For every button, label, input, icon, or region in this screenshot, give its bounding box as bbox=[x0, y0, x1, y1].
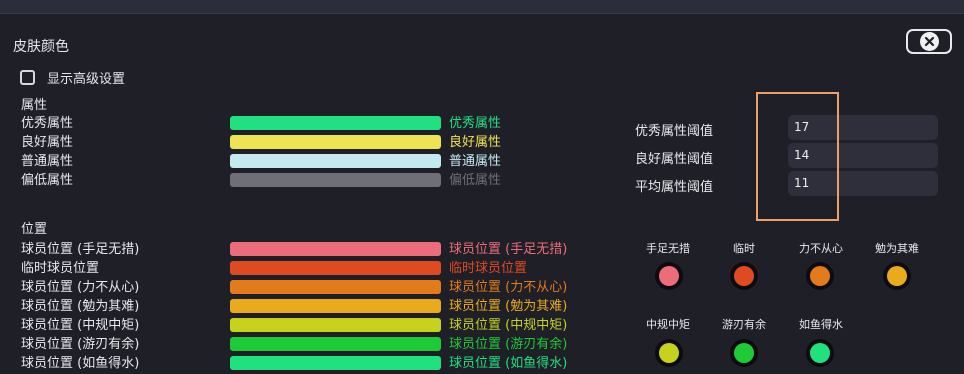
attribute-name: 偏低属性 bbox=[21, 173, 74, 188]
color-preview-text: 球员位置 (力不从心) bbox=[449, 280, 568, 295]
color-picker-bar[interactable] bbox=[230, 337, 441, 351]
position-name: 球员位置 (手足无措) bbox=[21, 242, 140, 257]
swatch-dot bbox=[659, 343, 679, 363]
color-preview-text: 偏低属性 bbox=[449, 173, 502, 188]
swatch-label: 临时 bbox=[733, 242, 755, 255]
color-preview-text: 临时球员位置 bbox=[449, 261, 528, 276]
attribute-row-good: 良好属性 良好属性 bbox=[21, 134, 601, 151]
swatch-button[interactable] bbox=[730, 339, 758, 367]
attribute-name: 优秀属性 bbox=[21, 116, 74, 131]
attributes-section-title: 属性 bbox=[21, 98, 48, 113]
color-picker-bar[interactable] bbox=[230, 242, 441, 256]
swatch-button[interactable] bbox=[806, 262, 834, 290]
color-preview-text: 球员位置 (如鱼得水) bbox=[449, 356, 568, 371]
position-name: 球员位置 (勉为其难) bbox=[21, 299, 140, 314]
swatch-label: 力不从心 bbox=[799, 242, 843, 255]
swatch-button[interactable] bbox=[730, 262, 758, 290]
position-row: 临时球员位置 临时球员位置 bbox=[21, 260, 601, 277]
position-row: 球员位置 (力不从心) 球员位置 (力不从心) bbox=[21, 279, 601, 296]
attribute-row-normal: 普通属性 普通属性 bbox=[21, 153, 601, 170]
swatch-button[interactable] bbox=[883, 262, 911, 290]
advanced-settings-label: 显示高级设置 bbox=[47, 72, 126, 87]
position-name: 球员位置 (游刃有余) bbox=[21, 337, 140, 352]
color-preview-text: 优秀属性 bbox=[449, 116, 502, 131]
color-preview-text: 球员位置 (勉为其难) bbox=[449, 299, 568, 314]
color-picker-bar[interactable] bbox=[230, 280, 441, 294]
attribute-name: 良好属性 bbox=[21, 135, 74, 150]
position-row: 球员位置 (中规中矩) 球员位置 (中规中矩) bbox=[21, 317, 601, 334]
color-preview-text: 球员位置 (游刃有余) bbox=[449, 337, 568, 352]
color-picker-bar[interactable] bbox=[230, 135, 441, 149]
position-row: 球员位置 (游刃有余) 球员位置 (游刃有余) bbox=[21, 336, 601, 353]
position-row: 球员位置 (勉为其难) 球员位置 (勉为其难) bbox=[21, 298, 601, 315]
swatch-dot bbox=[810, 343, 830, 363]
top-window-bar bbox=[0, 0, 964, 13]
swatch-dot bbox=[887, 266, 907, 286]
swatch-dot bbox=[659, 266, 679, 286]
swatch-label: 勉为其难 bbox=[875, 242, 919, 255]
attribute-name: 普通属性 bbox=[21, 154, 74, 169]
close-icon bbox=[919, 32, 939, 51]
color-preview-text: 良好属性 bbox=[449, 135, 502, 150]
position-name: 临时球员位置 bbox=[21, 261, 100, 276]
color-preview-text: 球员位置 (中规中矩) bbox=[449, 318, 568, 333]
threshold-input-good[interactable]: 14 bbox=[788, 143, 938, 168]
position-row: 球员位置 (手足无措) 球员位置 (手足无措) bbox=[21, 241, 601, 258]
color-preview-text: 球员位置 (手足无措) bbox=[449, 242, 568, 257]
color-picker-bar[interactable] bbox=[230, 299, 441, 313]
position-row: 球员位置 (如鱼得水) 球员位置 (如鱼得水) bbox=[21, 355, 601, 372]
color-picker-bar[interactable] bbox=[230, 356, 441, 370]
advanced-settings-toggle[interactable]: 显示高级设置 bbox=[20, 68, 125, 87]
position-name: 球员位置 (如鱼得水) bbox=[21, 356, 140, 371]
panel-title: 皮肤颜色 bbox=[13, 39, 69, 55]
position-name: 球员位置 (力不从心) bbox=[21, 280, 140, 295]
attribute-row-low: 偏低属性 偏低属性 bbox=[21, 172, 601, 189]
swatch-button[interactable] bbox=[655, 339, 683, 367]
color-picker-bar[interactable] bbox=[230, 261, 441, 275]
threshold-input-average[interactable]: 11 bbox=[788, 171, 938, 196]
swatch-label: 游刃有余 bbox=[722, 318, 766, 331]
color-picker-bar[interactable] bbox=[230, 154, 441, 168]
swatch-button[interactable] bbox=[655, 262, 683, 290]
skin-color-panel: 皮肤颜色 显示高级设置 属性 优秀属性 优秀属性 良好属性 良好属性 普通属性 … bbox=[0, 13, 964, 374]
threshold-label-excellent: 优秀属性阈值 bbox=[635, 124, 714, 139]
swatch-label: 手足无措 bbox=[646, 242, 690, 255]
attribute-row-excellent: 优秀属性 优秀属性 bbox=[21, 115, 601, 132]
position-name: 球员位置 (中规中矩) bbox=[21, 318, 140, 333]
color-picker-bar[interactable] bbox=[230, 318, 441, 332]
threshold-label-good: 良好属性阈值 bbox=[635, 152, 714, 167]
color-picker-bar[interactable] bbox=[230, 116, 441, 130]
color-picker-bar[interactable] bbox=[230, 173, 441, 187]
swatch-label: 如鱼得水 bbox=[799, 318, 843, 331]
advanced-settings-checkbox[interactable] bbox=[20, 70, 35, 85]
color-preview-text: 普通属性 bbox=[449, 154, 502, 169]
threshold-input-excellent[interactable]: 17 bbox=[788, 115, 938, 140]
swatch-dot bbox=[734, 343, 754, 363]
swatch-button[interactable] bbox=[806, 339, 834, 367]
swatch-dot bbox=[810, 266, 830, 286]
swatch-dot bbox=[734, 266, 754, 286]
threshold-label-average: 平均属性阈值 bbox=[635, 180, 714, 195]
positions-section-title: 位置 bbox=[21, 222, 48, 237]
close-button[interactable] bbox=[906, 29, 952, 54]
swatch-label: 中规中矩 bbox=[646, 318, 690, 331]
